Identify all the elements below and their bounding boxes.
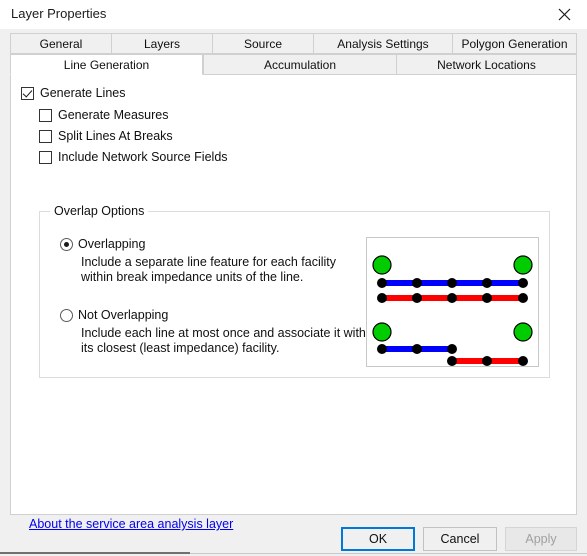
junction-marker bbox=[447, 356, 457, 366]
tab-page-line-generation: Generate Lines Generate Measures Split L… bbox=[10, 74, 577, 531]
tab-network-locations[interactable]: Network Locations bbox=[396, 54, 577, 75]
junction-marker bbox=[518, 356, 528, 366]
title-bar: Layer Properties bbox=[0, 0, 587, 29]
junction-marker bbox=[447, 293, 457, 303]
tab-general[interactable]: General bbox=[10, 33, 111, 54]
dialog-body: General Layers Source Analysis Settings … bbox=[0, 29, 587, 556]
junction-marker bbox=[447, 344, 457, 354]
group-overlap-options: Overlap Options Overlapping Include a se… bbox=[39, 204, 550, 378]
tab-row-1: General Layers Source Analysis Settings … bbox=[10, 33, 577, 54]
junction-marker bbox=[482, 293, 492, 303]
checkbox-label: Generate Lines bbox=[40, 86, 126, 100]
radio-not-overlapping-description: Include each line at most once and assoc… bbox=[81, 326, 366, 355]
junction-marker bbox=[412, 293, 422, 303]
junction-marker bbox=[377, 293, 387, 303]
checkbox-label: Include Network Source Fields bbox=[58, 150, 228, 164]
tab-line-generation[interactable]: Line Generation bbox=[10, 54, 203, 75]
junction-marker bbox=[412, 278, 422, 288]
tab-source[interactable]: Source bbox=[212, 33, 313, 54]
checkbox-indicator bbox=[21, 86, 34, 100]
radio-label: Overlapping bbox=[78, 237, 146, 251]
checkbox-indicator bbox=[39, 150, 52, 164]
radio-overlapping-description: Include a separate line feature for each… bbox=[81, 255, 337, 284]
junction-marker bbox=[518, 278, 528, 288]
checkbox-label: Split Lines At Breaks bbox=[58, 129, 173, 143]
junction-marker bbox=[412, 344, 422, 354]
close-button[interactable] bbox=[541, 0, 587, 29]
radio-overlapping[interactable]: Overlapping bbox=[60, 237, 145, 251]
radio-label: Not Overlapping bbox=[78, 308, 169, 322]
bottom-edge-line bbox=[0, 552, 190, 554]
radio-indicator bbox=[60, 308, 73, 322]
window-title: Layer Properties bbox=[11, 6, 107, 21]
facility-marker bbox=[513, 322, 533, 342]
facility-marker bbox=[372, 322, 392, 342]
close-icon bbox=[558, 8, 571, 21]
junction-marker bbox=[518, 293, 528, 303]
tab-accumulation[interactable]: Accumulation bbox=[203, 54, 396, 75]
checkbox-include-network-source-fields[interactable]: Include Network Source Fields bbox=[39, 150, 228, 164]
overlap-diagram-svg bbox=[372, 255, 533, 366]
tab-polygon-generation[interactable]: Polygon Generation bbox=[452, 33, 577, 54]
tab-strip: General Layers Source Analysis Settings … bbox=[10, 33, 577, 75]
checkbox-label: Generate Measures bbox=[58, 108, 169, 122]
dialog-button-bar: OK Cancel Apply bbox=[0, 519, 587, 556]
apply-button: Apply bbox=[505, 527, 577, 551]
junction-marker bbox=[482, 356, 492, 366]
checkbox-indicator bbox=[39, 108, 52, 122]
radio-not-overlapping[interactable]: Not Overlapping bbox=[60, 308, 168, 322]
junction-marker bbox=[447, 278, 457, 288]
tab-row-2: Line Generation Accumulation Network Loc… bbox=[10, 54, 577, 75]
radio-indicator bbox=[60, 237, 73, 251]
cancel-button[interactable]: Cancel bbox=[423, 527, 497, 551]
junction-marker bbox=[377, 278, 387, 288]
checkbox-generate-lines[interactable]: Generate Lines bbox=[21, 86, 125, 100]
group-title: Overlap Options bbox=[50, 204, 149, 218]
junction-marker bbox=[377, 344, 387, 354]
tab-analysis-settings[interactable]: Analysis Settings bbox=[313, 33, 452, 54]
checkbox-generate-measures[interactable]: Generate Measures bbox=[39, 108, 168, 122]
checkbox-indicator bbox=[39, 129, 52, 143]
checkbox-split-lines-at-breaks[interactable]: Split Lines At Breaks bbox=[39, 129, 173, 143]
tab-layers[interactable]: Layers bbox=[111, 33, 212, 54]
facility-marker bbox=[372, 255, 392, 275]
junction-marker bbox=[482, 278, 492, 288]
bottom-edge-line-light bbox=[190, 553, 587, 554]
ok-button[interactable]: OK bbox=[341, 527, 415, 551]
facility-marker bbox=[513, 255, 533, 275]
overlap-options-diagram bbox=[366, 237, 539, 367]
